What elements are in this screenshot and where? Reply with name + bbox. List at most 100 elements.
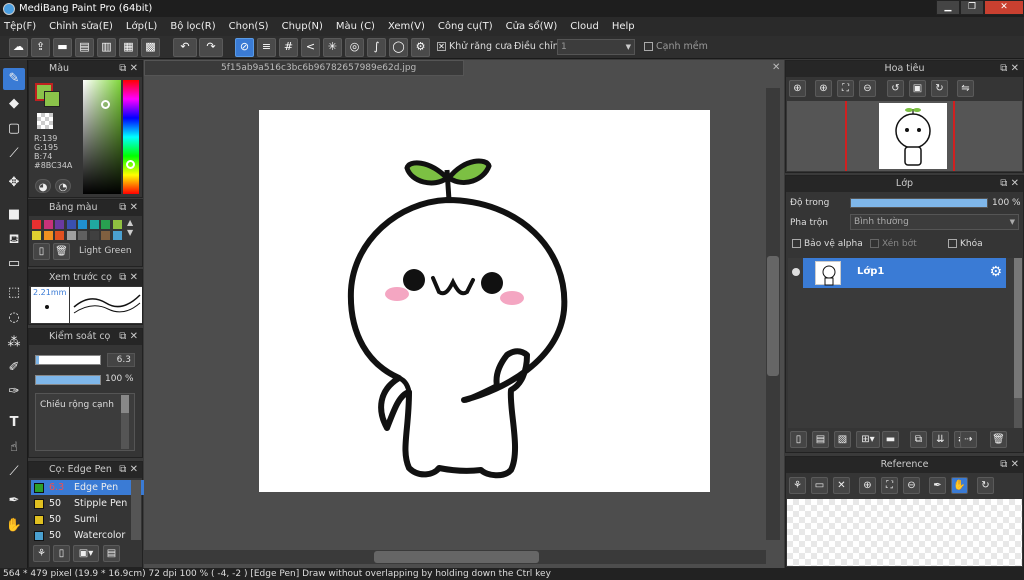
brush-settings-icon[interactable]: ▤ — [103, 545, 120, 562]
folder-icon[interactable]: ▬ — [882, 431, 899, 448]
layer-name[interactable]: Lớp1 — [857, 266, 884, 277]
palette-swatch[interactable] — [101, 220, 110, 229]
select-pen-tool-icon[interactable]: ✐ — [3, 357, 25, 379]
transparent-swatch[interactable] — [37, 113, 53, 129]
settings-icon[interactable]: ⚙ — [411, 38, 430, 57]
ref-zoom-out-icon[interactable]: ⊖ — [903, 477, 920, 494]
eyedropper-tool-icon[interactable]: ✒ — [3, 490, 25, 512]
reset-view-icon[interactable]: ▣ — [909, 80, 926, 97]
chat-icon[interactable]: ▬ — [53, 38, 72, 57]
add-reference-icon[interactable]: ⚘ — [789, 477, 806, 494]
drawing-canvas[interactable] — [259, 110, 710, 492]
eraser-tool-icon[interactable]: ◆ — [3, 93, 25, 115]
brush-option-scroll-thumb[interactable] — [121, 395, 129, 413]
new-layer-icon[interactable]: ▯ — [790, 431, 807, 448]
lock-checkbox[interactable]: Khóa — [948, 239, 983, 249]
minimize-button[interactable]: ▁ — [936, 0, 960, 15]
brush-option-scrollbar[interactable] — [121, 395, 129, 449]
layer-scrollbar[interactable] — [1014, 258, 1022, 428]
menu-color[interactable]: Màu (C) — [336, 21, 375, 32]
menu-tools[interactable]: Công cụ(T) — [438, 21, 493, 32]
menu-help[interactable]: Help — [612, 21, 635, 32]
ref-zoom-in-icon[interactable]: ⊕ — [859, 477, 876, 494]
brush-size-value[interactable]: 6.3 — [107, 353, 135, 367]
palette-swatch[interactable] — [66, 231, 76, 240]
comment-icon[interactable]: ▤ — [75, 38, 94, 57]
ref-hand-icon[interactable]: ✋ — [951, 477, 968, 494]
layer-opacity-slider[interactable] — [850, 198, 988, 208]
ref-eyedropper-icon[interactable]: ✒ — [929, 477, 946, 494]
color-wheel-icon[interactable]: ◕ — [35, 179, 51, 193]
antialias-checkbox[interactable]: ✕ Khử răng cưa — [437, 41, 512, 52]
panel-controls-icon[interactable]: ⧉ ✕ — [119, 329, 138, 345]
hue-slider[interactable] — [123, 80, 139, 194]
palette-swatch[interactable] — [55, 231, 64, 240]
new-brush-icon[interactable]: ▯ — [53, 545, 70, 562]
reference-view[interactable] — [787, 499, 1022, 566]
vertical-scrollbar[interactable] — [766, 88, 780, 540]
panel-controls-icon[interactable]: ⧉ ✕ — [1000, 176, 1019, 192]
lasso-tool-icon[interactable]: ◌ — [3, 307, 25, 329]
palette-scroll-icon[interactable]: ▲ ▼ — [127, 218, 133, 238]
rotate-left-icon[interactable]: ↺ — [887, 80, 904, 97]
menu-select[interactable]: Chọn(S) — [229, 21, 269, 32]
panel-controls-icon[interactable]: ⧉ ✕ — [119, 462, 138, 478]
radial-snap-icon[interactable]: ✳ — [323, 38, 342, 57]
fit-icon[interactable]: ⛶ — [837, 80, 854, 97]
close-document-icon[interactable]: ✕ — [772, 62, 780, 73]
duplicate-layer-icon[interactable]: ⧉ — [910, 431, 927, 448]
operation-tool-icon[interactable]: ☝ — [3, 437, 25, 459]
blend-mode-select[interactable]: Bình thường ▼ — [850, 214, 1019, 230]
menu-file[interactable]: Tệp(F) — [4, 21, 36, 32]
add-brush-icon[interactable]: ⚘ — [33, 545, 50, 562]
panel-controls-icon[interactable]: ⧉ ✕ — [1000, 457, 1019, 473]
layer-row[interactable]: Lớp1 ⚙ — [803, 258, 1006, 288]
fill-rect-tool-icon[interactable]: ■ — [3, 204, 25, 226]
menu-edit[interactable]: Chỉnh sửa(E) — [49, 21, 113, 32]
smooth-edge-checkbox[interactable]: Cạnh mềm — [644, 41, 708, 52]
rotate-right-icon[interactable]: ↻ — [931, 80, 948, 97]
vertical-scroll-thumb[interactable] — [767, 256, 779, 376]
rect-tool-icon[interactable]: ▢ — [3, 118, 25, 140]
undo-icon[interactable]: ↶ — [173, 38, 197, 57]
palette-swatch[interactable] — [78, 231, 87, 240]
menu-window[interactable]: Cửa sổ(W) — [506, 21, 558, 32]
saturation-value-picker[interactable] — [83, 80, 121, 194]
palette-swatch[interactable] — [78, 220, 87, 229]
restore-button[interactable]: ❐ — [960, 0, 984, 15]
navigator-preview[interactable] — [787, 101, 1022, 171]
concentric-snap-icon[interactable]: ◎ — [345, 38, 364, 57]
palette-swatch[interactable] — [43, 231, 53, 240]
select-eraser-tool-icon[interactable]: ✑ — [3, 381, 25, 403]
new-palette-icon[interactable]: ▯ — [33, 243, 50, 260]
open-folder-icon[interactable]: ▭ — [811, 477, 828, 494]
panel-controls-icon[interactable]: ⧉ ✕ — [119, 200, 138, 216]
layer-visibility-icon[interactable] — [792, 268, 800, 276]
hand-tool-icon[interactable]: ✋ — [3, 515, 25, 537]
upload-icon[interactable]: ⇪ — [31, 38, 50, 57]
palette-swatch[interactable] — [112, 220, 122, 229]
new-halftone-layer-icon[interactable]: ▤ — [812, 431, 829, 448]
trash-icon[interactable]: 🗑 — [53, 243, 70, 260]
snap-off-icon[interactable]: ⊘ — [235, 38, 254, 57]
add-layer-menu-icon[interactable]: ⊞▾ — [856, 431, 880, 448]
adjust-select[interactable]: 1 ▼ — [557, 39, 635, 55]
palette-swatch[interactable] — [32, 220, 41, 229]
merge-layer-icon[interactable]: ⇊ — [932, 431, 949, 448]
menu-snap[interactable]: Chụp(N) — [282, 21, 323, 32]
horizontal-scrollbar[interactable] — [144, 550, 766, 564]
parallel-snap-icon[interactable]: ≡ — [257, 38, 276, 57]
select-tool-icon[interactable]: ⬚ — [3, 282, 25, 304]
palette-swatch[interactable] — [89, 231, 99, 240]
palette-swatch[interactable] — [55, 220, 64, 229]
magic-wand-tool-icon[interactable]: ⁂ — [3, 332, 25, 354]
zoom-in-icon[interactable]: ⊕ — [789, 80, 806, 97]
cloud-icon[interactable]: ☁ — [9, 38, 28, 57]
close-reference-icon[interactable]: ✕ — [833, 477, 850, 494]
color-mix-icon[interactable]: ◔ — [55, 179, 71, 193]
ref-rotate-icon[interactable]: ↻ — [977, 477, 994, 494]
brush-menu-icon[interactable]: ▣▾ — [73, 545, 99, 562]
palette-swatch[interactable] — [112, 231, 122, 240]
zoom-out-icon[interactable]: ⊖ — [859, 80, 876, 97]
grid-icon[interactable]: ▩ — [141, 38, 160, 57]
